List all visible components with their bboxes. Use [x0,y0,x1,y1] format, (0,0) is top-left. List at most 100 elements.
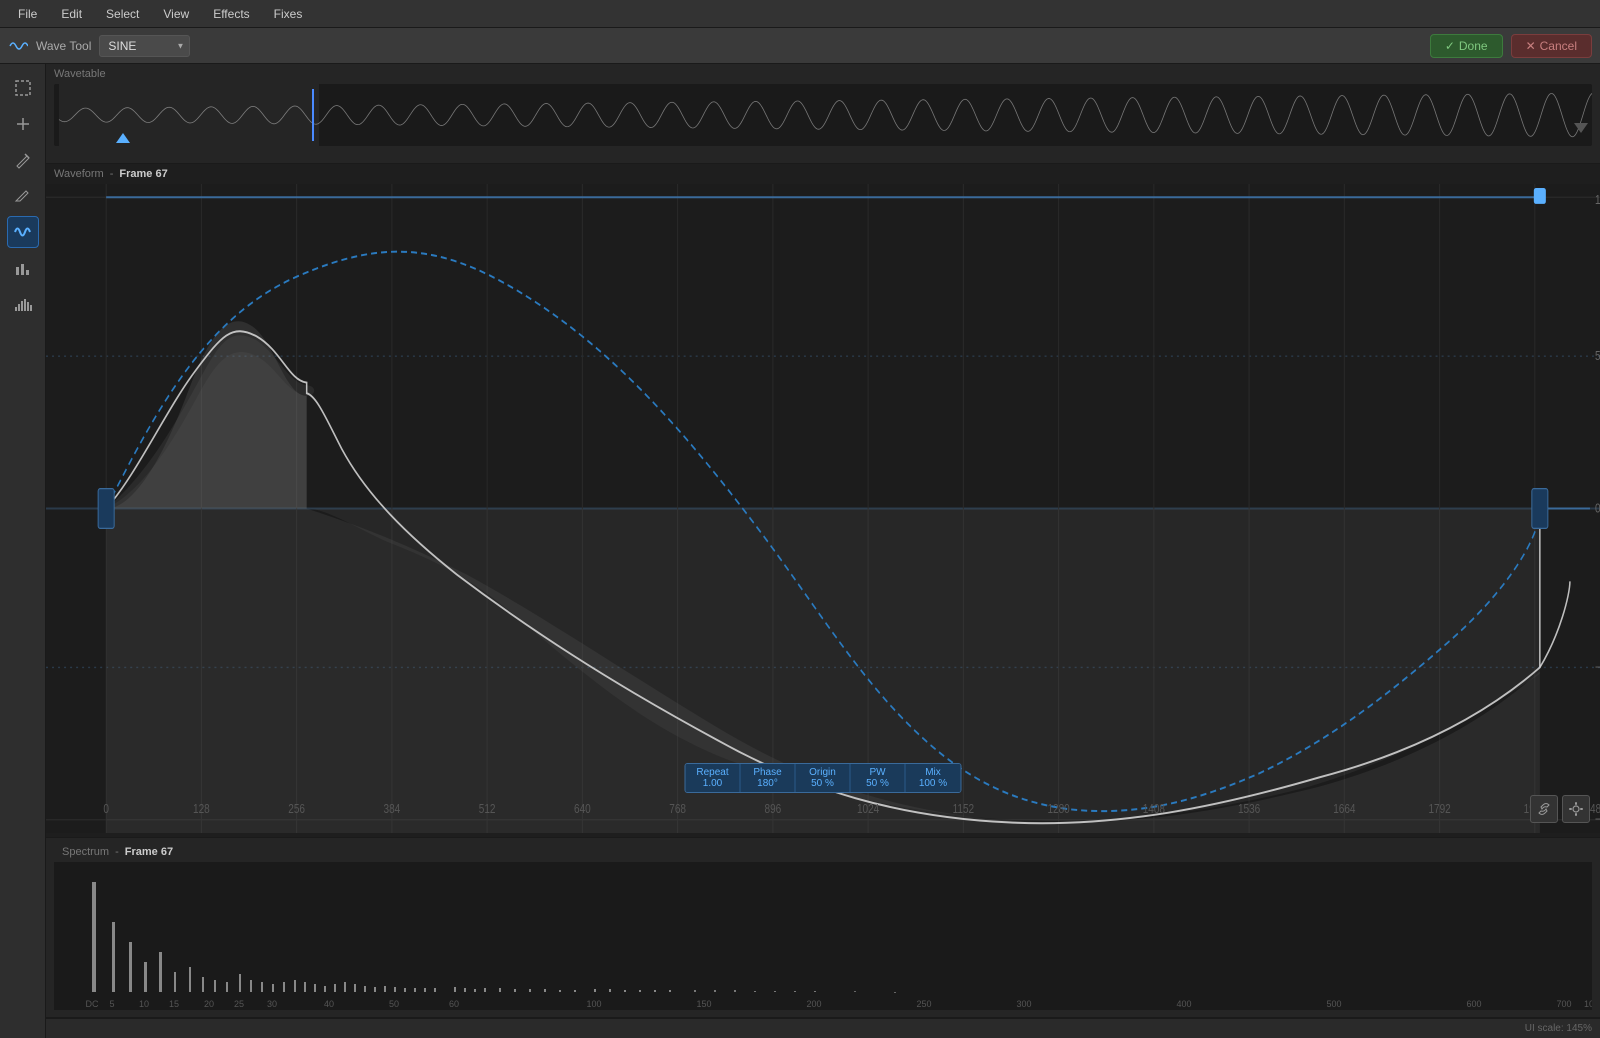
menubar: File Edit Select View Effects Fixes [0,0,1600,28]
sidebar-tool-spectrum[interactable] [7,288,39,320]
svg-text:1408: 1408 [1143,802,1166,817]
svg-text:500: 500 [1326,999,1341,1009]
svg-text:256: 256 [288,802,305,817]
origin-value: 50 % [804,778,842,789]
pencil-icon [14,151,32,169]
sidebar-tool-pencil[interactable] [7,144,39,176]
tool-label: Wave Tool [36,39,91,53]
wave-tool-icon [14,223,32,241]
menu-file[interactable]: File [8,5,47,23]
menu-select[interactable]: Select [96,5,149,23]
wavetable-canvas[interactable] [54,84,1592,146]
spectrum-canvas[interactable]: DC 5 10 15 20 25 30 40 50 60 100 150 200… [54,862,1592,1010]
selection-icon [14,79,32,97]
svg-text:400: 400 [1176,999,1191,1009]
done-label: Done [1459,39,1488,53]
svg-text:150: 150 [696,999,711,1009]
cancel-button[interactable]: ✕ Cancel [1511,34,1592,58]
svg-text:DC: DC [86,999,99,1009]
svg-text:100 %: 100 % [1595,193,1600,208]
sidebar-tool-edit[interactable] [7,180,39,212]
svg-text:1280: 1280 [1047,802,1070,817]
statusbar: UI scale: 145% [46,1018,1600,1038]
svg-text:384: 384 [384,802,401,817]
param-origin[interactable]: Origin 50 % [796,764,851,792]
svg-text:−100 %: −100 % [1595,812,1600,827]
param-repeat[interactable]: Repeat 1.00 [686,764,741,792]
svg-text:896: 896 [765,802,782,817]
svg-text:640: 640 [574,802,591,817]
svg-text:1664: 1664 [1333,802,1356,817]
menu-effects[interactable]: Effects [203,5,259,23]
cross-icon [14,115,32,133]
waveform-separator: - [110,168,114,180]
svg-text:1536: 1536 [1238,802,1261,817]
spectrum-icon [14,295,32,313]
main-layout: Wavetable Waveform [0,64,1600,1038]
svg-text:1024: 1024 [857,802,880,817]
svg-text:20: 20 [204,999,214,1009]
sidebar [0,64,46,1038]
done-button[interactable]: ✓ Done [1430,34,1503,58]
sidebar-tool-selection[interactable] [7,72,39,104]
edit-icon [14,187,32,205]
settings-tool-button[interactable] [1562,795,1590,823]
sidebar-tool-cross[interactable] [7,108,39,140]
waveform-header: Waveform - Frame 67 [46,164,1600,184]
svg-text:50: 50 [389,999,399,1009]
wave-type-select[interactable]: SINE TRIANGLE SAW SQUARE NOISE [99,35,190,57]
waveform-tools-overlay [1530,795,1590,823]
param-mix[interactable]: Mix 100 % [906,764,961,792]
svg-text:60: 60 [449,999,459,1009]
sidebar-tool-wave[interactable] [7,216,39,248]
content-area: Wavetable Waveform [46,64,1600,1038]
spectrum-section: Spectrum - Frame 67 [46,838,1600,1018]
param-phase[interactable]: Phase 180° [741,764,796,792]
link-tool-button[interactable] [1530,795,1558,823]
svg-text:700: 700 [1556,999,1571,1009]
spectrum-label: Spectrum [62,846,109,858]
check-icon: ✓ [1445,39,1455,53]
repeat-label: Repeat [694,767,732,778]
mix-value: 100 % [914,778,953,789]
wavetable-section: Wavetable [46,64,1600,164]
svg-text:10: 10 [139,999,149,1009]
spectrum-separator: - [115,846,119,858]
svg-text:768: 768 [669,802,686,817]
waveform-label: Waveform [54,168,104,180]
pw-label: PW [859,767,897,778]
origin-label: Origin [804,767,842,778]
toolbar: Wave Tool SINE TRIANGLE SAW SQUARE NOISE… [0,28,1600,64]
bar-chart-icon [14,259,32,277]
svg-text:15: 15 [169,999,179,1009]
cancel-label: Cancel [1540,39,1577,53]
pw-value: 50 % [859,778,897,789]
gear-icon [1568,801,1584,817]
wavetable-label: Wavetable [54,68,1592,80]
svg-text:−50 %: −50 % [1595,660,1600,675]
menu-edit[interactable]: Edit [51,5,92,23]
param-pw[interactable]: PW 50 % [851,764,906,792]
waveform-frame: Frame 67 [119,168,167,180]
svg-text:300: 300 [1016,999,1031,1009]
sidebar-tool-bar[interactable] [7,252,39,284]
svg-text:0: 0 [103,802,109,817]
svg-text:5: 5 [109,999,114,1009]
svg-text:1152: 1152 [953,802,975,817]
menu-view[interactable]: View [153,5,199,23]
svg-text:1000: 1000 [1584,999,1592,1009]
ui-scale-label: UI scale: 145% [1525,1023,1592,1034]
svg-text:250: 250 [916,999,931,1009]
wavetable-right-marker [1574,123,1588,143]
waveform-svg[interactable]: 0 128 256 384 512 640 768 896 1024 1152 … [46,184,1600,833]
wave-icon [8,36,28,56]
mix-label: Mix [914,767,953,778]
waveform-canvas-area[interactable]: 0 128 256 384 512 640 768 896 1024 1152 … [46,184,1600,833]
phase-label: Phase [749,767,787,778]
params-overlay: Repeat 1.00 Phase 180° Origin 50 % PW 50… [685,763,962,793]
menu-fixes[interactable]: Fixes [264,5,313,23]
svg-text:1792: 1792 [1428,802,1450,817]
svg-text:50 %: 50 % [1595,349,1600,364]
link-icon [1536,801,1552,817]
svg-text:30: 30 [267,999,277,1009]
